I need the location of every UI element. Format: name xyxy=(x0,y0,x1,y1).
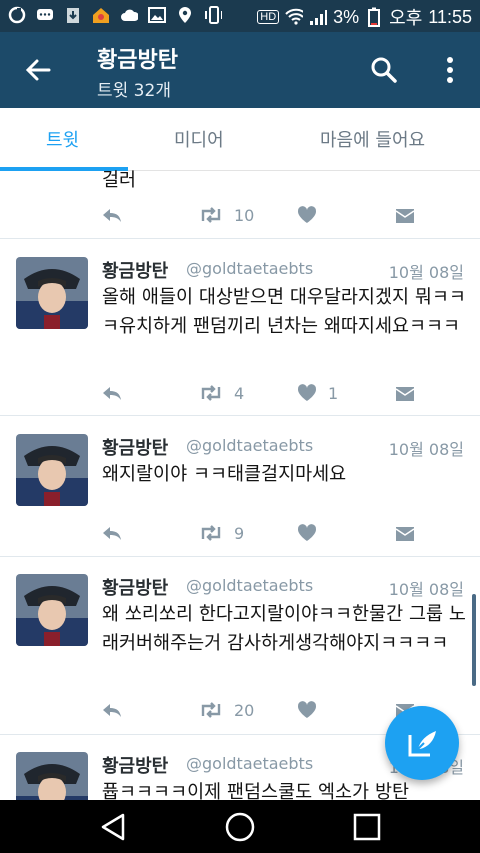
app-notification-icon xyxy=(8,6,26,24)
vibrate-icon xyxy=(204,6,222,24)
avatar[interactable] xyxy=(16,752,88,800)
compose-icon xyxy=(408,731,436,757)
retweet-button[interactable]: 10 xyxy=(198,202,254,228)
chat-icon xyxy=(36,6,54,24)
tweet-author-handle: @goldtaetaebts xyxy=(186,754,314,773)
direct-message-icon[interactable] xyxy=(394,202,416,228)
retweet-count: 10 xyxy=(234,205,255,225)
clock-time: 11:55 xyxy=(428,6,472,27)
tweet-text: 왜지랄이야 ㅋㅋ태클걸지마세요 xyxy=(102,464,347,485)
tweet-text: 걸러 xyxy=(102,170,137,191)
tweet-actions: 10 xyxy=(100,202,430,228)
tweet-author-handle: @goldtaetaebts xyxy=(186,576,314,595)
tweet-date: 10월 08일 xyxy=(388,580,464,599)
like-count: 1 xyxy=(328,383,339,403)
search-icon[interactable] xyxy=(368,54,400,86)
clock-ampm: 오후 xyxy=(389,8,423,28)
retweet-icon xyxy=(201,207,221,223)
hd-voice-icon: HD xyxy=(257,10,280,24)
back-arrow-icon[interactable] xyxy=(22,54,54,86)
status-bar: HD 3% 오후 11:55 xyxy=(0,0,480,32)
tweet-author-name[interactable]: 황금방탄 xyxy=(102,752,168,778)
recents-nav-icon[interactable] xyxy=(352,812,382,842)
retweet-count: 20 xyxy=(234,700,255,720)
scrollbar[interactable] xyxy=(472,594,476,686)
download-icon xyxy=(64,6,82,24)
app-bar: 황금방탄 트윗 32개 xyxy=(0,32,480,108)
tweet-text: 왜 쏘리쏘리 한다고지랄이야ㅋㅋ한물간 그룹 노래커버해주는거 감사하게생각해야… xyxy=(102,604,466,654)
avatar[interactable] xyxy=(16,434,88,506)
tweet-partial[interactable]: 걸러 10 xyxy=(0,170,480,239)
home-app-icon xyxy=(92,6,110,24)
tweet-author-name[interactable]: 황금방탄 xyxy=(102,574,168,600)
tweet-author-name[interactable]: 황금방탄 xyxy=(102,434,168,460)
retweet-icon xyxy=(201,702,221,718)
reply-icon[interactable] xyxy=(100,520,124,546)
tweet-date: 10월 08일 xyxy=(388,440,464,459)
gallery-icon xyxy=(148,6,166,24)
like-icon[interactable] xyxy=(296,697,318,723)
like-button[interactable]: 1 xyxy=(296,380,338,406)
compose-tweet-button[interactable] xyxy=(385,706,459,780)
tweet-actions: 9 xyxy=(100,520,430,546)
location-icon xyxy=(176,6,194,24)
retweet-button[interactable]: 9 xyxy=(198,520,244,546)
status-system-icons: HD 3% 오후 11:55 xyxy=(257,4,472,30)
like-icon xyxy=(297,384,317,401)
tweet-item[interactable]: 황금방탄 @goldtaetaebts 10월 08일 올해 애들이 대상받으면… xyxy=(0,239,480,416)
tweet-actions: 4 1 xyxy=(100,380,430,406)
avatar[interactable] xyxy=(16,574,88,646)
status-notification-icons xyxy=(8,6,222,24)
tweet-date: 10월 08일 xyxy=(388,263,464,282)
retweet-count: 9 xyxy=(234,523,245,543)
back-nav-icon[interactable] xyxy=(98,812,128,842)
retweet-icon xyxy=(201,385,221,401)
tweet-item[interactable]: 황금방탄 @goldtaetaebts 10월 08일 왜지랄이야 ㅋㅋ태클걸지… xyxy=(0,416,480,557)
retweet-icon xyxy=(201,525,221,541)
retweet-button[interactable]: 20 xyxy=(198,697,254,723)
tweet-actions: 20 xyxy=(100,697,430,723)
more-options-icon[interactable] xyxy=(436,52,464,88)
tweet-author-name[interactable]: 황금방탄 xyxy=(102,257,168,283)
wifi-icon xyxy=(285,8,304,26)
avatar[interactable] xyxy=(16,257,88,329)
retweet-count: 4 xyxy=(234,383,245,403)
tab-tweets[interactable]: 트윗 xyxy=(46,126,79,152)
cloud-icon xyxy=(120,6,138,24)
home-nav-icon[interactable] xyxy=(224,811,256,843)
like-icon[interactable] xyxy=(296,520,318,546)
tweet-author-handle: @goldtaetaebts xyxy=(186,436,314,455)
retweet-button[interactable]: 4 xyxy=(198,380,244,406)
like-icon[interactable] xyxy=(296,202,318,228)
signal-icon xyxy=(309,8,328,26)
reply-icon[interactable] xyxy=(100,202,124,228)
tweet-feed[interactable]: 걸러 10 황금방탄 @goldtaetaebts 10월 08일 올해 애들이… xyxy=(0,170,480,800)
direct-message-icon[interactable] xyxy=(394,380,416,406)
reply-icon[interactable] xyxy=(100,380,124,406)
tab-media[interactable]: 미디어 xyxy=(174,126,224,152)
tweet-count: 트윗 32개 xyxy=(97,81,171,101)
profile-tabs: 트윗 미디어 마음에 들어요 xyxy=(0,108,480,171)
profile-name-title: 황금방탄 xyxy=(97,48,178,73)
tweet-text: 올해 애들이 대상받으면 대우달라지겠지 뭐ㅋㅋㅋ유치하게 팬덤끼리 년차는 왜… xyxy=(102,287,466,337)
reply-icon[interactable] xyxy=(100,697,124,723)
battery-icon xyxy=(365,7,383,27)
tweet-text: 퓹ㅋㅋㅋㅋ이제 팬덤스쿨도 엑소가 방탄 xyxy=(102,782,409,800)
direct-message-icon[interactable] xyxy=(394,520,416,546)
tweet-author-handle: @goldtaetaebts xyxy=(186,259,314,278)
system-navigation-bar xyxy=(0,800,480,853)
tab-likes[interactable]: 마음에 들어요 xyxy=(320,126,425,152)
battery-percent: 3% xyxy=(333,6,360,27)
